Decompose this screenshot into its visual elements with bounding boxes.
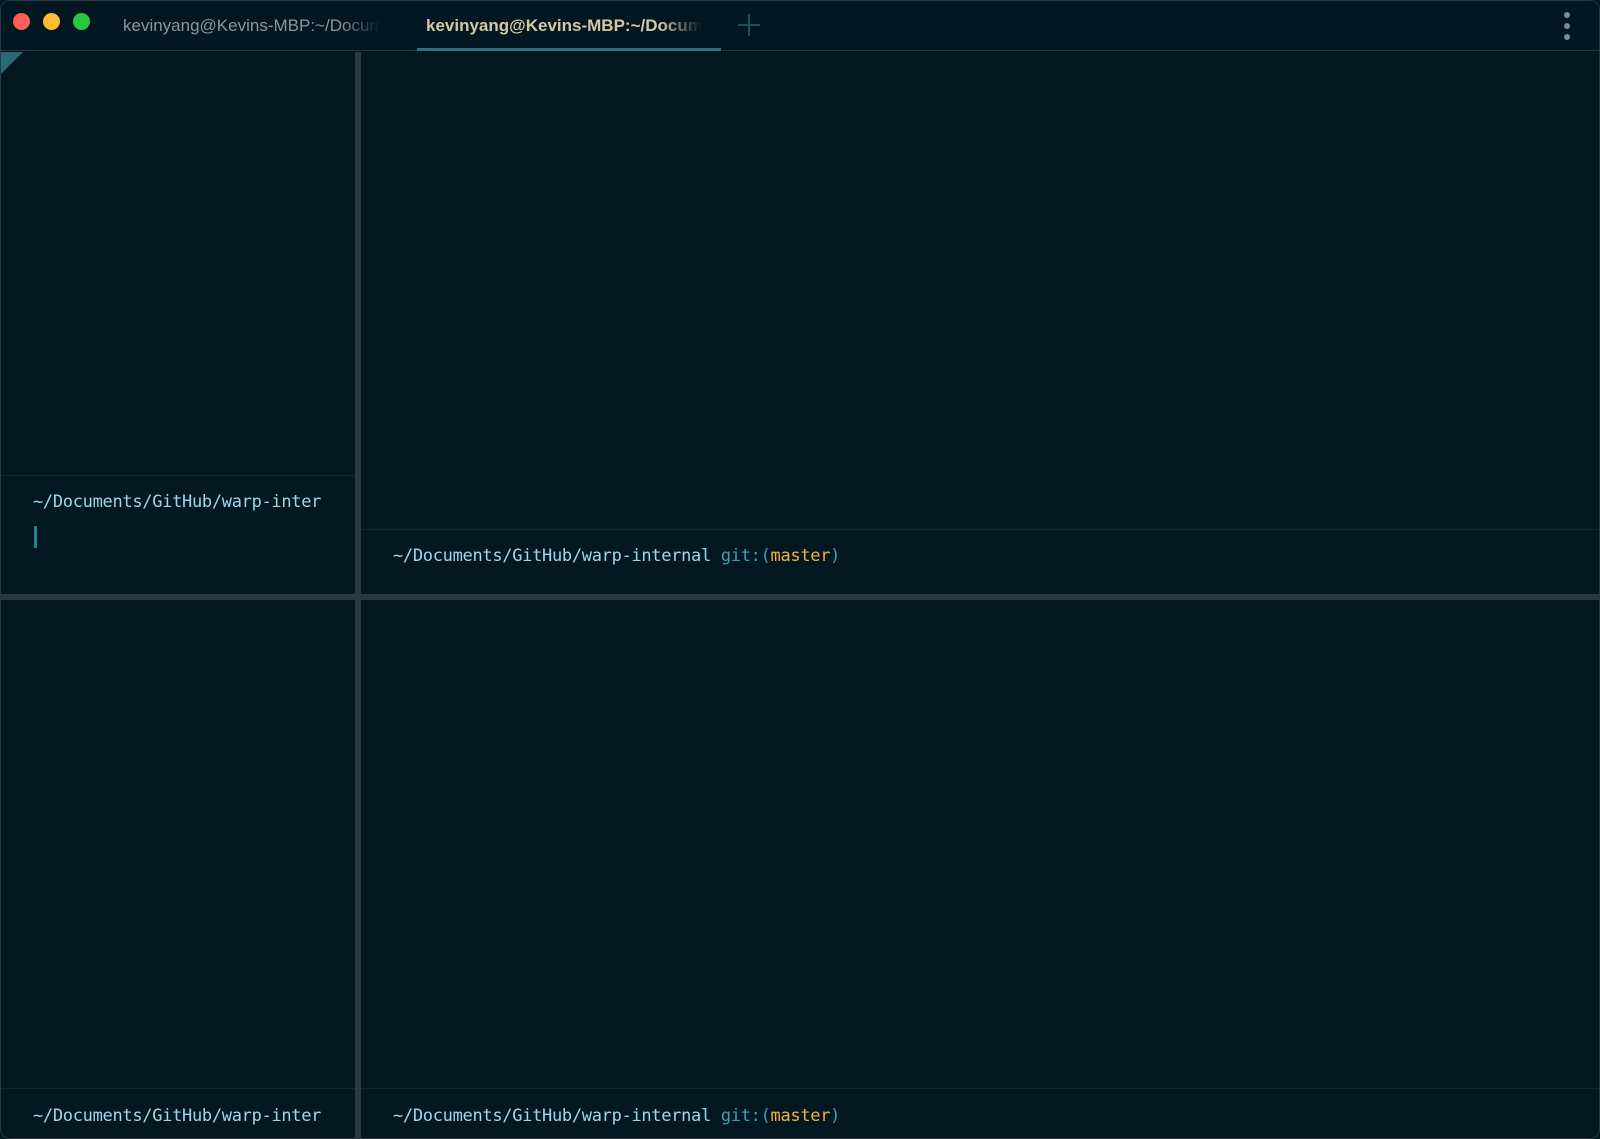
paren-open: ( bbox=[760, 546, 771, 566]
pane-top-right[interactable]: ~/Documents/GitHub/warp-internal git:(ma… bbox=[361, 52, 1599, 594]
prompt-path: ~/Documents/GitHub/warp-inter bbox=[33, 1106, 322, 1126]
title-bar: kevinyang@Kevins-MBP:~/Documents/GitHub/… bbox=[1, 1, 1599, 51]
prompt-path: ~/Documents/GitHub/warp-internal bbox=[393, 546, 711, 566]
pane-top-left[interactable]: ~/Documents/GitHub/warp-inter bbox=[1, 52, 355, 594]
git-label: git: bbox=[720, 546, 761, 566]
block-separator bbox=[361, 1088, 1599, 1089]
plus-icon[interactable] bbox=[735, 11, 763, 39]
active-pane-indicator bbox=[1, 52, 23, 74]
maximize-window-button[interactable] bbox=[73, 13, 90, 30]
paren-close: ) bbox=[830, 1106, 841, 1126]
tab-1[interactable]: kevinyang@Kevins-MBP:~/Documents/GitHub/… bbox=[113, 1, 381, 51]
block-separator bbox=[1, 1088, 355, 1089]
prompt: ~/Documents/GitHub/warp-internal git:(ma… bbox=[393, 1106, 840, 1126]
pane-divider-horizontal[interactable] bbox=[1, 594, 1599, 600]
dot bbox=[1564, 12, 1570, 18]
tab-label: kevinyang@Kevins-MBP:~/Documents/GitHub/… bbox=[426, 16, 702, 35]
dot bbox=[1564, 23, 1570, 29]
git-label: git: bbox=[720, 1106, 761, 1126]
paren-open: ( bbox=[760, 1106, 771, 1126]
prompt: ~/Documents/GitHub/warp-inter bbox=[33, 492, 333, 512]
dot bbox=[1564, 34, 1570, 40]
git-branch: master bbox=[770, 546, 831, 566]
terminal-window: kevinyang@Kevins-MBP:~/Documents/GitHub/… bbox=[0, 0, 1600, 1139]
paren-close: ) bbox=[830, 546, 841, 566]
prompt: ~/Documents/GitHub/warp-internal git:(ma… bbox=[393, 546, 840, 566]
prompt-path: ~/Documents/GitHub/warp-inter bbox=[33, 492, 322, 512]
minimize-window-button[interactable] bbox=[43, 13, 60, 30]
block-separator bbox=[361, 529, 1599, 530]
prompt: ~/Documents/GitHub/warp-inter bbox=[33, 1106, 333, 1126]
tab-2-active[interactable]: kevinyang@Kevins-MBP:~/Documents/GitHub/… bbox=[417, 1, 721, 51]
pane-bottom-left[interactable]: ~/Documents/GitHub/warp-inter bbox=[1, 600, 355, 1138]
tab-label: kevinyang@Kevins-MBP:~/Documents/GitHub/… bbox=[123, 16, 381, 35]
pane-bottom-right[interactable]: ~/Documents/GitHub/warp-internal git:(ma… bbox=[361, 600, 1599, 1138]
close-window-button[interactable] bbox=[13, 13, 30, 30]
git-branch: master bbox=[770, 1106, 831, 1126]
vertical-ellipsis-icon[interactable] bbox=[1559, 11, 1575, 41]
block-separator bbox=[1, 475, 355, 476]
prompt-path: ~/Documents/GitHub/warp-internal bbox=[393, 1106, 711, 1126]
text-cursor[interactable] bbox=[34, 526, 37, 548]
